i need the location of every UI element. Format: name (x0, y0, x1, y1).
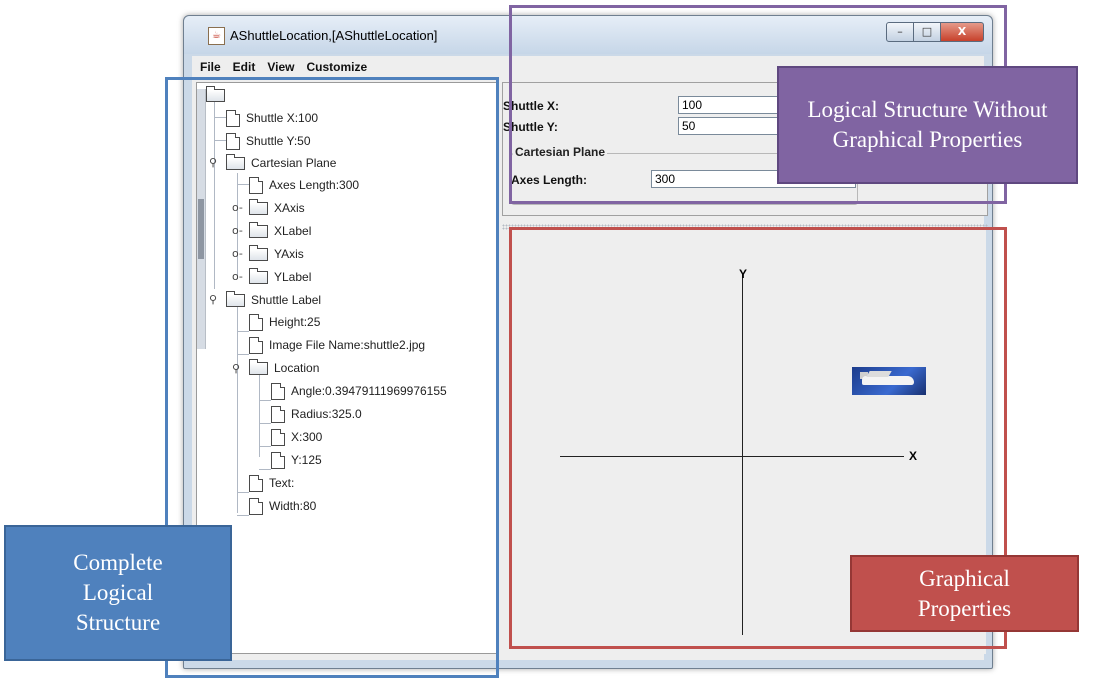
logical-structure-callout: Logical Structure Without Graphical Prop… (777, 66, 1078, 184)
window-title: AShuttleLocation,[AShuttleLocation] (230, 28, 438, 43)
complete-structure-callout: Complete Logical Structure (4, 525, 232, 661)
menu-file[interactable]: File (200, 60, 221, 74)
menu-customize[interactable]: Customize (306, 60, 367, 74)
java-icon: ☕ (208, 27, 225, 45)
menu-view[interactable]: View (267, 60, 294, 74)
menu-edit[interactable]: Edit (233, 60, 256, 74)
graphical-properties-callout: Graphical Properties (850, 555, 1079, 632)
